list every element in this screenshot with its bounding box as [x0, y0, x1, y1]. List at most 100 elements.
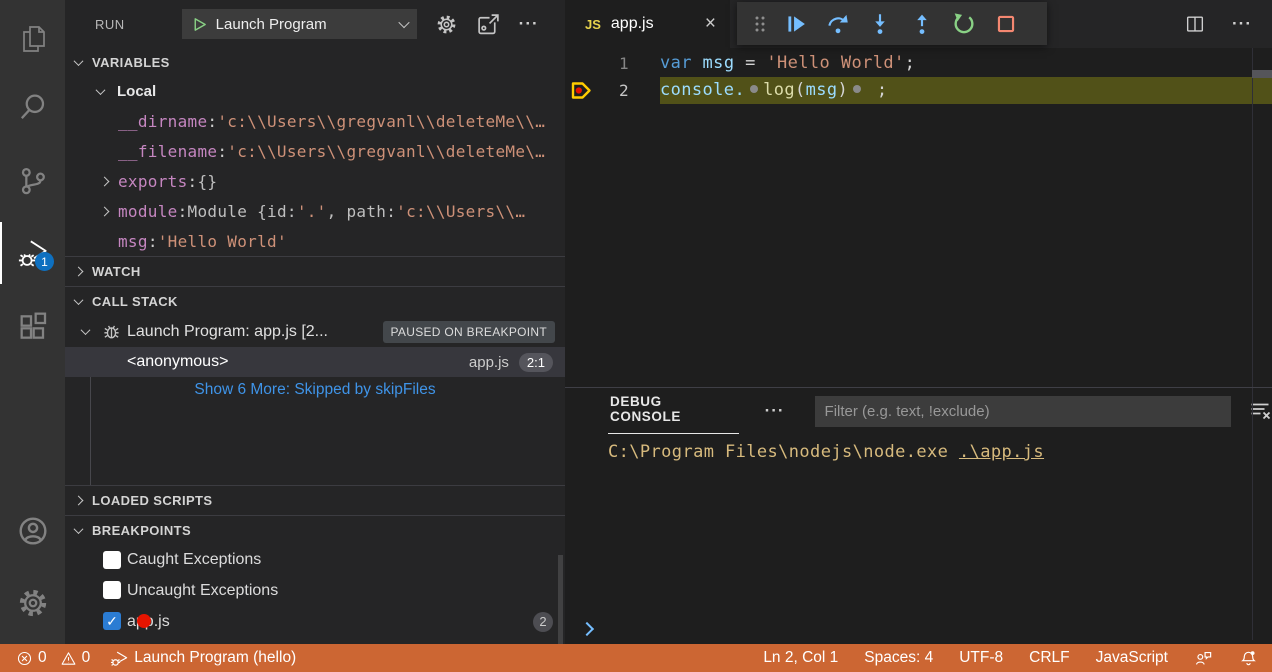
debug-session-badge: 1	[35, 252, 54, 271]
step-into-icon	[867, 11, 893, 37]
gripper-icon	[751, 14, 769, 34]
breakpoint-count-badge: 2	[533, 612, 553, 632]
variable-row-module[interactable]: module: Module {id: '.', path: 'c:\\User…	[65, 196, 565, 226]
continue-button[interactable]	[775, 6, 817, 42]
toolbar-drag-handle[interactable]	[745, 6, 775, 42]
sidebar-title: RUN	[95, 17, 125, 32]
chevron-down-icon	[74, 56, 84, 66]
repl-prompt-chevron-icon[interactable]	[580, 622, 594, 636]
chevron-right-icon	[74, 267, 84, 277]
section-header-loaded-scripts[interactable]: LOADED SCRIPTS	[65, 485, 565, 515]
feedback-button[interactable]	[1188, 649, 1219, 668]
chevron-right-icon	[74, 496, 84, 506]
sidebar-item-run-debug[interactable]: 1	[0, 222, 65, 284]
debug-start-icon	[110, 649, 129, 668]
show-skipped-frames-link[interactable]: Show 6 More: Skipped by skipFiles	[65, 377, 565, 403]
panel-more-actions-icon[interactable]: ···	[765, 401, 785, 421]
indentation-status[interactable]: Spaces: 4	[858, 649, 939, 667]
tree-indent-guide	[90, 403, 91, 485]
configure-gear-button[interactable]	[435, 13, 458, 36]
panel-scrollbar-track	[1252, 388, 1253, 640]
open-debug-console-button[interactable]	[476, 12, 501, 37]
breakpoint-dot-icon	[137, 614, 151, 628]
eol-status[interactable]: CRLF	[1023, 649, 1075, 667]
bug-icon	[101, 321, 122, 342]
console-filter-input[interactable]	[815, 396, 1231, 427]
checkbox-unchecked[interactable]	[103, 581, 121, 599]
editor-scrollbar-thumb[interactable]	[1252, 70, 1272, 78]
bell-icon	[1239, 649, 1258, 668]
scope-row-local[interactable]: Local	[65, 76, 565, 106]
encoding-status[interactable]: UTF-8	[953, 649, 1009, 667]
frame-position-badge: 2:1	[519, 353, 553, 372]
cursor-position-status[interactable]: Ln 2, Col 1	[757, 649, 844, 667]
stack-frame-row[interactable]: <anonymous> app.js 2:1	[65, 347, 565, 377]
notifications-button[interactable]	[1233, 649, 1264, 668]
step-over-icon	[825, 11, 851, 37]
breakpoint-row-appjs[interactable]: ✓ app.js 2	[65, 606, 565, 637]
breakpoint-row-uncaught-exceptions[interactable]: Uncaught Exceptions	[65, 575, 565, 606]
tab-appjs[interactable]: JS app.js ×	[565, 0, 730, 48]
code-editor[interactable]: 1 var msg = 'Hello World'; 2 console.log…	[565, 48, 1272, 387]
tab-debug-console[interactable]: DEBUG CONSOLE	[608, 388, 739, 434]
accounts-button[interactable]	[0, 500, 65, 562]
checkbox-checked[interactable]: ✓	[103, 612, 121, 630]
start-debug-icon	[191, 16, 208, 33]
search-icon	[17, 91, 49, 123]
chevron-down-icon	[74, 524, 84, 534]
sidebar-scrollbar[interactable]	[558, 555, 563, 644]
editor-group: JS app.js × ···	[565, 0, 1272, 644]
restart-button[interactable]	[943, 6, 985, 42]
more-actions-icon[interactable]: ···	[1232, 14, 1252, 34]
call-stack-empty-area	[65, 403, 565, 485]
chevron-right-icon	[100, 176, 110, 186]
status-left: 0 0 Launch Program (hello)	[0, 649, 302, 668]
step-out-button[interactable]	[901, 6, 943, 42]
vscode-window: 1 RUN	[0, 0, 1272, 672]
inline-breakpoint-dot[interactable]	[750, 85, 758, 93]
language-mode-status[interactable]: JavaScript	[1090, 649, 1174, 667]
code-line-1[interactable]: 1 var msg = 'Hello World';	[565, 50, 1272, 77]
variable-row-dirname[interactable]: __dirname: 'c:\\Users\\gregvanl\\deleteM…	[65, 106, 565, 136]
variable-row-filename[interactable]: __filename: 'c:\\Users\\gregvanl\\delete…	[65, 136, 565, 166]
step-over-button[interactable]	[817, 6, 859, 42]
section-header-breakpoints[interactable]: BREAKPOINTS	[65, 515, 565, 545]
checkbox-unchecked[interactable]	[103, 551, 121, 569]
call-stack-session-row[interactable]: Launch Program: app.js [2... PAUSED ON B…	[65, 316, 565, 347]
sidebar-item-search[interactable]	[0, 76, 65, 138]
problems-status[interactable]: 0 0	[10, 649, 96, 667]
files-icon	[17, 23, 49, 55]
chevron-down-icon	[81, 325, 91, 335]
variable-row-exports[interactable]: exports: {}	[65, 166, 565, 196]
split-editor-icon[interactable]	[1184, 13, 1206, 35]
step-into-button[interactable]	[859, 6, 901, 42]
step-out-icon	[909, 11, 935, 37]
debug-target-status[interactable]: Launch Program (hello)	[104, 649, 302, 668]
launch-config-dropdown[interactable]: Launch Program	[182, 9, 417, 39]
sidebar-item-source-control[interactable]	[0, 150, 65, 212]
status-right: Ln 2, Col 1 Spaces: 4 UTF-8 CRLF JavaScr…	[757, 649, 1272, 668]
stop-button[interactable]	[985, 6, 1027, 42]
section-header-call-stack[interactable]: CALL STACK	[65, 286, 565, 316]
account-icon	[16, 514, 50, 548]
status-bar: 0 0 Launch Program (hello) Ln 2, Col 1 S…	[0, 644, 1272, 672]
variable-row-msg[interactable]: msg: 'Hello World'	[65, 226, 565, 256]
debug-console-panel: DEBUG CONSOLE ··· C:\Program Files\nodej…	[565, 387, 1272, 644]
console-file-link[interactable]: .\app.js	[959, 442, 1044, 462]
chevron-down-icon	[74, 295, 84, 305]
views-more-actions-button[interactable]: ···	[519, 14, 539, 34]
section-header-variables[interactable]: VARIABLES	[65, 48, 565, 76]
settings-button[interactable]	[0, 572, 65, 634]
chevron-down-icon	[96, 85, 106, 95]
sidebar-item-explorer[interactable]	[0, 8, 65, 70]
continue-icon	[783, 11, 809, 37]
feedback-icon	[1194, 649, 1213, 668]
breakpoint-row-caught-exceptions[interactable]: Caught Exceptions	[65, 545, 565, 575]
section-header-watch[interactable]: WATCH	[65, 256, 565, 286]
inline-breakpoint-dot[interactable]	[853, 85, 861, 93]
sidebar-header: RUN Launch Program	[65, 0, 565, 48]
close-icon[interactable]: ×	[705, 13, 716, 35]
sidebar-item-extensions[interactable]	[0, 296, 65, 358]
ellipsis-icon: ···	[519, 14, 539, 34]
code-line-2-current[interactable]: 2 console.log(msg) ;	[565, 77, 1272, 104]
